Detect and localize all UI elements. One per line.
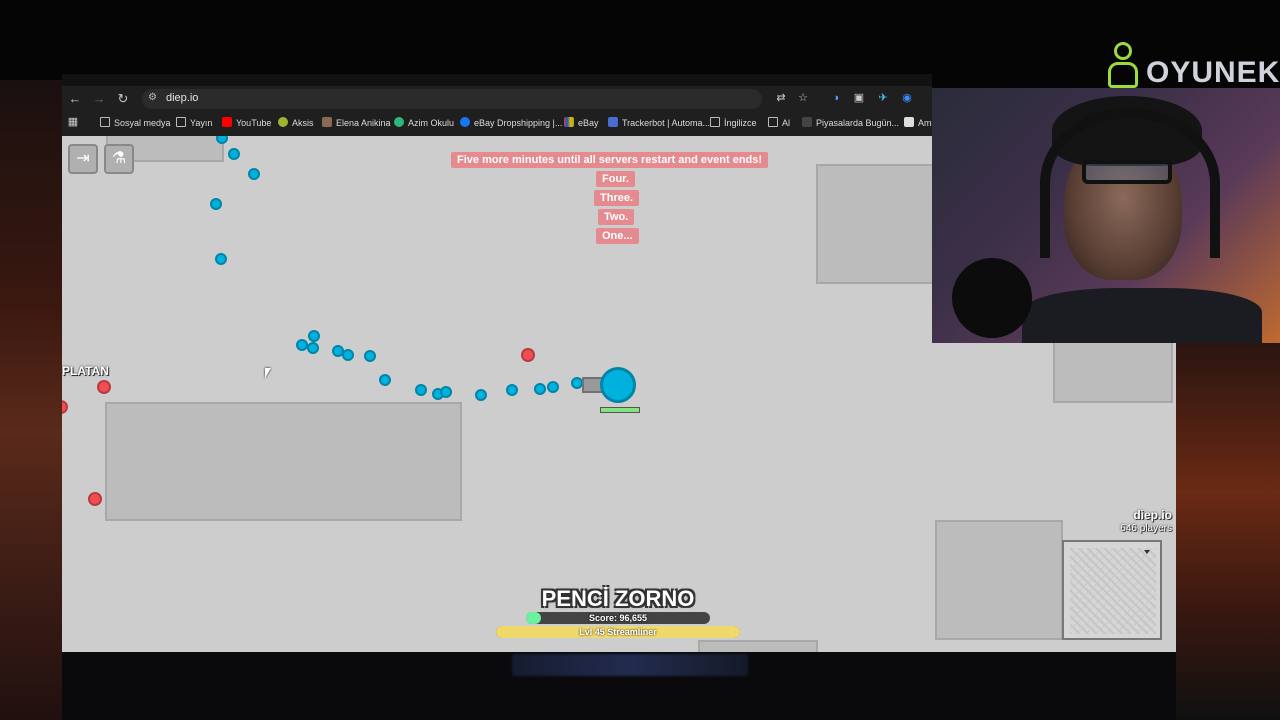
players-count: 646 players [1120, 523, 1172, 534]
browser-tabstrip [62, 74, 932, 86]
bullet [506, 384, 518, 396]
bookmark-trackerbot[interactable]: Trackerbot | Automa... [608, 117, 710, 128]
bullet [475, 389, 487, 401]
browser-toolbar: ← → ↻ ⚙ diep.io ⇄ ☆ ◗ ▣ ✈ ◉ [62, 86, 932, 112]
bullet [342, 349, 354, 361]
extension-1-icon[interactable]: ◗ [830, 91, 844, 105]
facebook-icon [460, 117, 470, 127]
arena-wall [105, 402, 462, 521]
azim-icon [394, 117, 404, 127]
extension-2-icon[interactable]: ▣ [852, 91, 866, 105]
countdown-message: Four. [596, 171, 635, 187]
bullet [248, 168, 260, 180]
mouse-cursor-icon [265, 368, 271, 378]
bullet [307, 342, 319, 354]
site-info-icon[interactable]: ⚙ [148, 92, 157, 103]
arena-wall [935, 520, 1063, 640]
forward-icon[interactable]: → [90, 90, 108, 108]
microphone-icon [952, 258, 1032, 338]
translate-icon[interactable]: ⇄ [774, 91, 788, 105]
bullet [534, 383, 546, 395]
bookmark-elena-anikina[interactable]: Elena Anikina [322, 117, 391, 128]
flask-icon[interactable]: ⚗ [104, 144, 134, 174]
exit-icon[interactable]: ⇥ [68, 144, 98, 174]
bullet [210, 198, 222, 210]
bullet [547, 381, 559, 393]
webcam-shirt [1022, 288, 1262, 343]
enemy-bullet [521, 348, 535, 362]
minimap-terrain [1070, 548, 1156, 634]
bookmark-ebay[interactable]: eBay [564, 117, 599, 128]
bullet [364, 350, 376, 362]
bookmark-sosyal-medya[interactable]: Sosyal medya [100, 117, 171, 128]
arena-wall [1053, 341, 1173, 403]
extension-3-icon[interactable]: ✈ [876, 91, 890, 105]
amazon-icon [904, 117, 914, 127]
folder-icon [710, 117, 720, 127]
bookmark-ebay-dropshipping[interactable]: eBay Dropshipping |... [460, 117, 562, 128]
countdown-message: Three. [594, 190, 640, 206]
mascot-icon [1104, 40, 1144, 92]
trackerbot-icon [608, 117, 618, 127]
score-bar: Score: 96,655 [526, 612, 710, 624]
folder-icon [768, 117, 778, 127]
folder-icon [176, 117, 186, 127]
server-message: Five more minutes until all servers rest… [451, 152, 769, 168]
reload-icon[interactable]: ↻ [114, 90, 132, 108]
folder-icon [100, 117, 110, 127]
enemy-bullet [88, 492, 102, 506]
minimap [1062, 540, 1162, 640]
bookmark-al[interactable]: Al [768, 117, 790, 128]
blurred-taskbar [512, 654, 748, 676]
stream-background-right [1176, 340, 1280, 720]
player-health-bar [600, 407, 640, 413]
extension-4-icon[interactable]: ◉ [900, 91, 914, 105]
score-text: Score: 96,655 [588, 613, 648, 623]
news-icon [802, 117, 812, 127]
bullet [228, 148, 240, 160]
enemy-bullet [62, 400, 68, 414]
bookmark-yayin[interactable]: Yayın [176, 117, 212, 128]
bookmark-youtube[interactable]: YouTube [222, 117, 271, 128]
bullet [308, 330, 320, 342]
address-bar[interactable]: ⚙ diep.io [142, 89, 762, 109]
level-text: Lvl 45 Streamliner [579, 627, 657, 637]
browser-chrome: ← → ↻ ⚙ diep.io ⇄ ☆ ◗ ▣ ✈ ◉ ▦ Sosyal med… [62, 86, 937, 136]
youtube-icon [222, 117, 232, 127]
arena-wall [816, 164, 936, 284]
bookmark-star-icon[interactable]: ☆ [796, 91, 810, 105]
glasses-icon [1082, 160, 1172, 184]
ebay-icon [564, 117, 574, 127]
other-player-name: PLATAN [62, 364, 109, 378]
avatar-icon [322, 117, 332, 127]
webcam-overlay [932, 88, 1280, 343]
apps-grid-icon[interactable]: ▦ [66, 115, 80, 129]
logo-text: OYUNEKS [1146, 56, 1280, 89]
back-icon[interactable]: ← [66, 90, 84, 108]
stream-background-bottom [62, 652, 1176, 720]
aksis-icon [278, 117, 288, 127]
bullet [216, 136, 228, 144]
minimap-player-marker [1144, 550, 1150, 554]
bookmark-ingilizce[interactable]: İngilizce [710, 117, 757, 128]
bookmark-azim-okulu[interactable]: Azim Okulu [394, 117, 454, 128]
game-brand: diep.io [1133, 508, 1172, 522]
bullet [440, 386, 452, 398]
player-name: PENCİ ZORNO [541, 586, 695, 611]
bullet [415, 384, 427, 396]
bookmark-piyasalarda[interactable]: Piyasalarda Bugün... [802, 117, 899, 128]
enemy-bullet [97, 380, 111, 394]
bullet [215, 253, 227, 265]
arena-wall [698, 640, 818, 652]
bookmark-aksis[interactable]: Aksis [278, 117, 314, 128]
level-bar: Lvl 45 Streamliner [496, 626, 740, 638]
stream-logo: OYUNEKS [1104, 40, 1280, 92]
stream-background-left [0, 80, 62, 720]
bullet [379, 374, 391, 386]
url-text: diep.io [166, 92, 199, 104]
player-tank [600, 367, 636, 403]
countdown-message: One... [596, 228, 639, 244]
countdown-message: Two. [598, 209, 635, 225]
bookmarks-bar: ▦ Sosyal medya Yayın YouTube Aksis Elena… [62, 112, 937, 134]
